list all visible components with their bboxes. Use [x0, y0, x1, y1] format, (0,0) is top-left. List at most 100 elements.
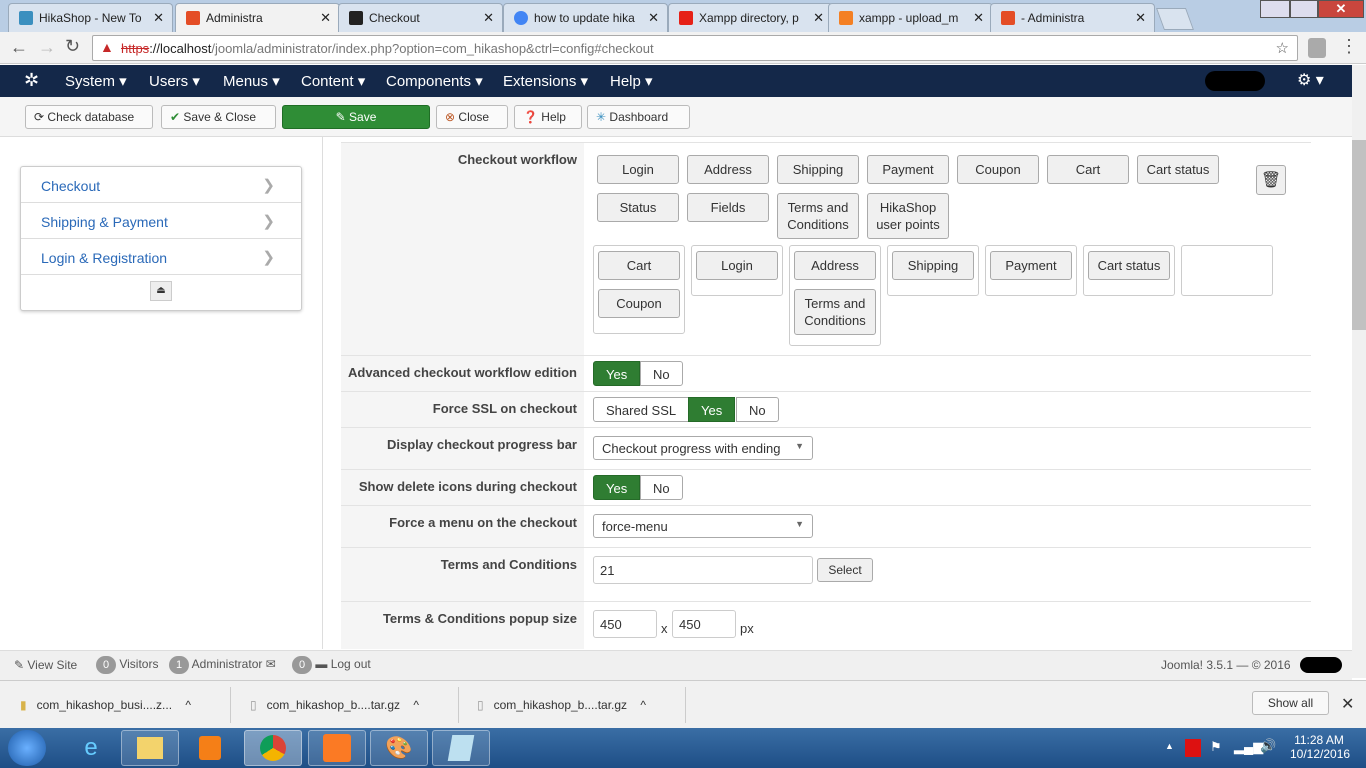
close-button[interactable]: ⊗ Close	[436, 105, 508, 129]
terms-select-button[interactable]: Select	[817, 558, 873, 582]
chrome-icon[interactable]	[244, 730, 302, 766]
menu-extensions[interactable]: Extensions ▾	[503, 72, 588, 90]
workflow-step-item[interactable]: Coupon	[598, 289, 680, 318]
administrator-link[interactable]: 1 Administrator ✉	[169, 656, 276, 674]
workflow-step-item[interactable]: Terms and Conditions	[794, 289, 876, 335]
bookmark-star-icon[interactable]: ☆	[1276, 39, 1289, 57]
delete-icons-yes-toggle[interactable]: Yes	[593, 475, 641, 500]
browser-tab[interactable]: Xampp directory, p ✕	[668, 3, 833, 32]
save-close-button[interactable]: ✔ Save & Close	[161, 105, 276, 129]
back-icon[interactable]: ←	[10, 37, 28, 58]
workflow-available-0[interactable]: Login	[597, 155, 679, 184]
forward-icon[interactable]: →	[38, 37, 56, 58]
workflow-available-7[interactable]: Status	[597, 193, 679, 222]
media-player-icon[interactable]	[181, 730, 239, 766]
ie-icon[interactable]: e	[62, 730, 120, 766]
notepad-icon[interactable]	[432, 730, 490, 766]
maximize-button[interactable]	[1290, 0, 1318, 18]
browser-tab[interactable]: how to update hika ✕	[503, 3, 668, 32]
start-button[interactable]	[8, 730, 46, 766]
explorer-icon[interactable]	[121, 730, 179, 766]
clock[interactable]: 11:28 AM 10/12/2016	[1290, 733, 1350, 761]
avira-icon[interactable]	[1185, 739, 1201, 757]
workflow-available-4[interactable]: Coupon	[957, 155, 1039, 184]
download-item[interactable]: ▯ com_hikashop_b....tar.gz ^	[250, 698, 419, 712]
workflow-available-10[interactable]: HikaShop user points	[867, 193, 949, 239]
browser-tab[interactable]: HikaShop - New To ✕	[8, 3, 173, 32]
workflow-available-2[interactable]: Shipping	[777, 155, 859, 184]
workflow-step-box[interactable]	[1181, 245, 1273, 296]
workflow-step-item[interactable]: Address	[794, 251, 876, 280]
extension-icon[interactable]	[1308, 38, 1326, 58]
sidebar-item-login-registration[interactable]: Login & Registration ❯	[21, 239, 301, 275]
visitors-link[interactable]: 0 Visitors	[96, 656, 158, 674]
collapse-sidebar-button[interactable]: ⏏	[150, 281, 172, 301]
user-menu[interactable]	[1205, 71, 1265, 91]
workflow-step-item[interactable]: Cart status	[1088, 251, 1170, 280]
workflow-available-6[interactable]: Cart status	[1137, 155, 1219, 184]
menu-help[interactable]: Help ▾	[610, 72, 653, 90]
logout-link[interactable]: 0 ▬ Log out	[292, 656, 371, 674]
ssl-shared-toggle[interactable]: Shared SSL	[593, 397, 690, 422]
browser-tab[interactable]: Checkout ✕	[338, 3, 503, 32]
sidebar-item-checkout[interactable]: Checkout ❯	[21, 167, 301, 203]
browser-tab[interactable]: - Administra ✕	[990, 3, 1155, 32]
joomla-logo-icon[interactable]: ✲	[24, 70, 39, 91]
sidebar-item-shipping-payment[interactable]: Shipping & Payment ❯	[21, 203, 301, 239]
signal-icon[interactable]: ▂▄▆	[1234, 739, 1263, 755]
ssl-yes-toggle[interactable]: Yes	[688, 397, 736, 422]
show-all-button[interactable]: Show all	[1252, 691, 1329, 715]
close-tab-icon[interactable]: ✕	[153, 10, 164, 26]
close-tab-icon[interactable]: ✕	[648, 10, 659, 26]
workflow-step-item[interactable]: Cart	[598, 251, 680, 280]
browser-tab[interactable]: xampp - upload_m ✕	[828, 3, 993, 32]
reload-icon[interactable]: ↻	[65, 36, 80, 57]
close-tab-icon[interactable]: ✕	[483, 10, 494, 26]
new-tab-button[interactable]	[1155, 8, 1195, 30]
menu-menus[interactable]: Menus ▾	[223, 72, 280, 90]
progress-bar-select[interactable]: Checkout progress with ending ▼	[593, 436, 813, 460]
download-item[interactable]: ▯ com_hikashop_b....tar.gz ^	[477, 698, 646, 712]
close-downloads-icon[interactable]: ✕	[1341, 694, 1354, 714]
minimize-button[interactable]	[1260, 0, 1290, 18]
close-tab-icon[interactable]: ✕	[813, 10, 824, 26]
advanced-yes-toggle[interactable]: Yes	[593, 361, 641, 386]
workflow-available-8[interactable]: Fields	[687, 193, 769, 222]
paint-icon[interactable]: 🎨	[370, 730, 428, 766]
url-input[interactable]: ▲ https://localhost/joomla/administrator…	[92, 35, 1298, 61]
workflow-step-item[interactable]: Shipping	[892, 251, 974, 280]
workflow-step-item[interactable]: Payment	[990, 251, 1072, 280]
advanced-no-toggle[interactable]: No	[640, 361, 683, 386]
popup-height-input[interactable]: 450	[672, 610, 736, 638]
check-database-button[interactable]: ⟳ Check database	[25, 105, 153, 129]
close-tab-icon[interactable]: ✕	[320, 10, 331, 26]
browser-tab-active[interactable]: Administra ✕	[175, 3, 340, 32]
tray-expand-icon[interactable]: ▲	[1165, 741, 1174, 751]
menu-components[interactable]: Components ▾	[386, 72, 483, 90]
terms-id-input[interactable]: 21	[593, 556, 813, 584]
xampp-icon[interactable]	[308, 730, 366, 766]
menu-system[interactable]: System ▾	[65, 72, 127, 90]
popup-width-input[interactable]: 450	[593, 610, 657, 638]
menu-icon[interactable]: ⋮	[1340, 36, 1358, 57]
save-button[interactable]: ✎ Save	[282, 105, 430, 129]
menu-content[interactable]: Content ▾	[301, 72, 365, 90]
close-tab-icon[interactable]: ✕	[1135, 10, 1146, 26]
workflow-available-1[interactable]: Address	[687, 155, 769, 184]
workflow-step-item[interactable]: Login	[696, 251, 778, 280]
workflow-available-5[interactable]: Cart	[1047, 155, 1129, 184]
force-menu-select[interactable]: force-menu ▼	[593, 514, 813, 538]
network-error-icon[interactable]: ⚑	[1210, 739, 1222, 755]
window-close-button[interactable]: ✕	[1318, 0, 1364, 18]
ssl-no-toggle[interactable]: No	[736, 397, 779, 422]
view-site-link[interactable]: ✎ View Site	[14, 658, 77, 672]
volume-icon[interactable]: 🔊	[1260, 738, 1276, 754]
delete-icons-no-toggle[interactable]: No	[640, 475, 683, 500]
workflow-available-3[interactable]: Payment	[867, 155, 949, 184]
dashboard-button[interactable]: ✳ Dashboard	[587, 105, 690, 129]
page-scrollbar[interactable]	[1352, 65, 1366, 678]
scrollbar-thumb[interactable]	[1352, 140, 1366, 330]
close-tab-icon[interactable]: ✕	[973, 10, 984, 26]
gear-icon[interactable]: ⚙ ▾	[1297, 70, 1324, 90]
trash-icon[interactable]: 🗑	[1256, 165, 1286, 195]
